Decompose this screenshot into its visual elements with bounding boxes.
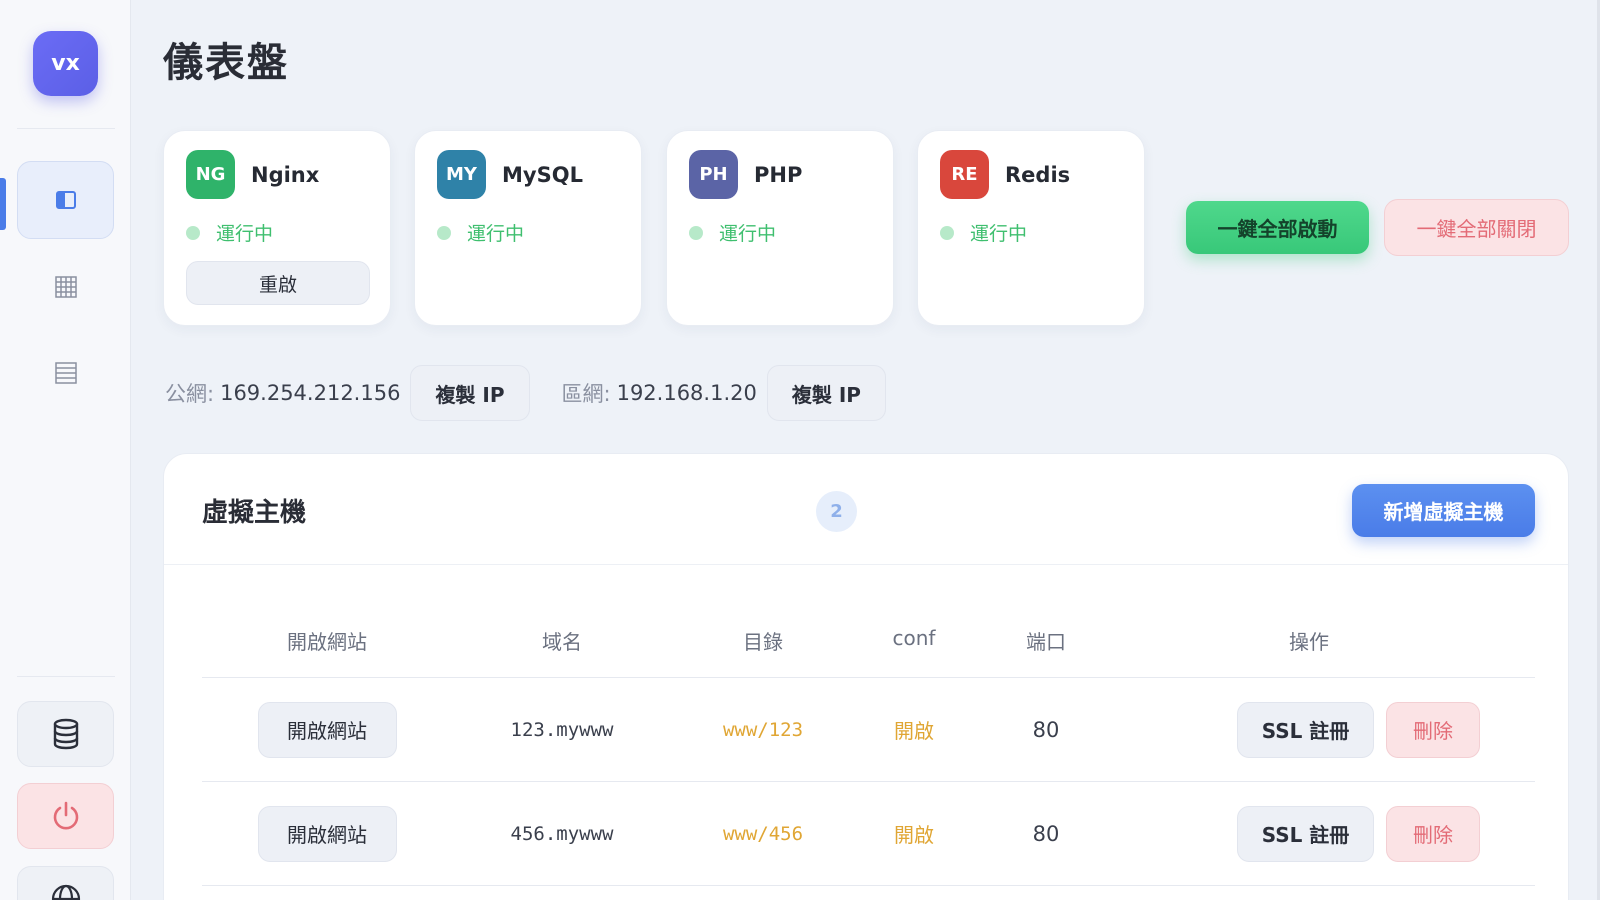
lan-ip-label: 區網: bbox=[561, 382, 611, 406]
power-icon bbox=[53, 801, 78, 830]
service-badge: PH bbox=[689, 150, 738, 199]
service-card-mysql: MY MySQL 運行中 bbox=[414, 130, 642, 326]
public-ip-value: 169.254.212.156 bbox=[220, 381, 401, 405]
conf-link[interactable]: 開啟 bbox=[894, 715, 934, 744]
service-status: 運行中 bbox=[467, 223, 525, 245]
ssl-register-button[interactable]: SSL 註冊 bbox=[1237, 805, 1374, 862]
sidebar-item-list[interactable] bbox=[17, 334, 114, 412]
service-card-php: PH PHP 運行中 bbox=[666, 130, 894, 326]
restart-button[interactable]: 重啟 bbox=[186, 261, 370, 305]
table-row: 開啟網站 123.mywww www/123 開啟 80 SSL 註冊 刪除 bbox=[202, 678, 1535, 782]
delete-button[interactable]: 刪除 bbox=[1386, 701, 1480, 758]
copy-lan-ip-button[interactable]: 複製 IP bbox=[766, 365, 886, 421]
service-name: Nginx bbox=[251, 162, 320, 187]
column-header-actions: 操作 bbox=[1289, 630, 1329, 654]
copy-public-ip-button[interactable]: 複製 IP bbox=[410, 365, 530, 421]
status-dot bbox=[689, 225, 703, 240]
grid-icon bbox=[54, 276, 77, 298]
sidebar-item-dashboard[interactable] bbox=[17, 161, 114, 239]
status-dot bbox=[186, 225, 200, 240]
service-status: 運行中 bbox=[719, 223, 777, 245]
service-badge: NG bbox=[186, 150, 235, 199]
panel-icon bbox=[55, 191, 76, 209]
service-badge: RE bbox=[940, 150, 989, 199]
list-icon bbox=[54, 362, 77, 384]
globe-icon bbox=[51, 884, 80, 900]
service-status: 運行中 bbox=[216, 223, 274, 245]
domain-cell: 456.mywww bbox=[510, 822, 614, 845]
column-header-port: 端口 bbox=[1026, 630, 1066, 654]
virtual-hosts-count-badge: 2 bbox=[816, 491, 857, 532]
sidebar-divider-bottom bbox=[17, 676, 115, 677]
table-row: 開啟網站 456.mywww www/456 開啟 80 SSL 註冊 刪除 bbox=[202, 782, 1535, 886]
port-cell: 80 bbox=[1032, 821, 1060, 846]
column-header-domain: 域名 bbox=[542, 630, 582, 654]
service-name: Redis bbox=[1005, 162, 1071, 187]
directory-link[interactable]: www/456 bbox=[723, 823, 803, 845]
virtual-hosts-header: 虛擬主機 2 新增虛擬主機 bbox=[164, 454, 1568, 565]
column-header-open: 開啟網站 bbox=[287, 630, 367, 654]
service-name: MySQL bbox=[502, 162, 583, 187]
service-name: PHP bbox=[754, 162, 803, 187]
service-status: 運行中 bbox=[970, 223, 1028, 245]
service-badge: MY bbox=[437, 150, 486, 199]
stop-all-button[interactable]: 一鍵全部關閉 bbox=[1384, 199, 1569, 256]
virtual-hosts-title: 虛擬主機 bbox=[202, 498, 307, 528]
open-site-button[interactable]: 開啟網站 bbox=[257, 701, 397, 758]
sidebar-divider bbox=[17, 128, 115, 129]
page-title: 儀表盤 bbox=[163, 40, 289, 86]
service-card-nginx: NG Nginx 運行中 重啟 bbox=[163, 130, 391, 326]
service-card-redis: RE Redis 運行中 bbox=[917, 130, 1145, 326]
port-cell: 80 bbox=[1032, 717, 1060, 742]
active-indicator bbox=[0, 178, 6, 230]
sidebar-item-database[interactable] bbox=[17, 701, 114, 767]
app-logo[interactable]: vx bbox=[33, 31, 98, 96]
sidebar-item-grid[interactable] bbox=[17, 248, 114, 326]
virtual-hosts-panel: 虛擬主機 2 新增虛擬主機 開啟網站 域名 目錄 conf 端口 操作 開啟網站… bbox=[163, 453, 1569, 900]
app-window: vx 儀表盤 NG Nginx 運行中 重啟 MY MySQL 運行中 PH P… bbox=[0, 0, 1600, 900]
ssl-register-button[interactable]: SSL 註冊 bbox=[1237, 701, 1374, 758]
directory-link[interactable]: www/123 bbox=[723, 719, 803, 741]
column-header-directory: 目錄 bbox=[743, 630, 783, 654]
status-dot bbox=[437, 225, 451, 240]
main-content: 儀表盤 NG Nginx 運行中 重啟 MY MySQL 運行中 PH PHP … bbox=[131, 0, 1600, 900]
public-ip-label: 公網: bbox=[165, 382, 215, 406]
database-icon bbox=[53, 718, 78, 750]
start-all-button[interactable]: 一鍵全部啟動 bbox=[1186, 201, 1369, 254]
delete-button[interactable]: 刪除 bbox=[1386, 805, 1480, 862]
lan-ip-value: 192.168.1.20 bbox=[616, 381, 757, 405]
sidebar-item-globe[interactable] bbox=[17, 866, 114, 900]
sidebar: vx bbox=[0, 0, 131, 900]
conf-link[interactable]: 開啟 bbox=[894, 819, 934, 848]
sidebar-item-power[interactable] bbox=[17, 783, 114, 849]
add-virtual-host-button[interactable]: 新增虛擬主機 bbox=[1352, 484, 1535, 537]
status-dot bbox=[940, 225, 954, 240]
domain-cell: 123.mywww bbox=[510, 718, 614, 741]
column-header-conf: conf bbox=[892, 626, 936, 650]
open-site-button[interactable]: 開啟網站 bbox=[257, 805, 397, 862]
network-info: 公網: 169.254.212.156 複製 IP 區網: 192.168.1.… bbox=[165, 365, 886, 421]
